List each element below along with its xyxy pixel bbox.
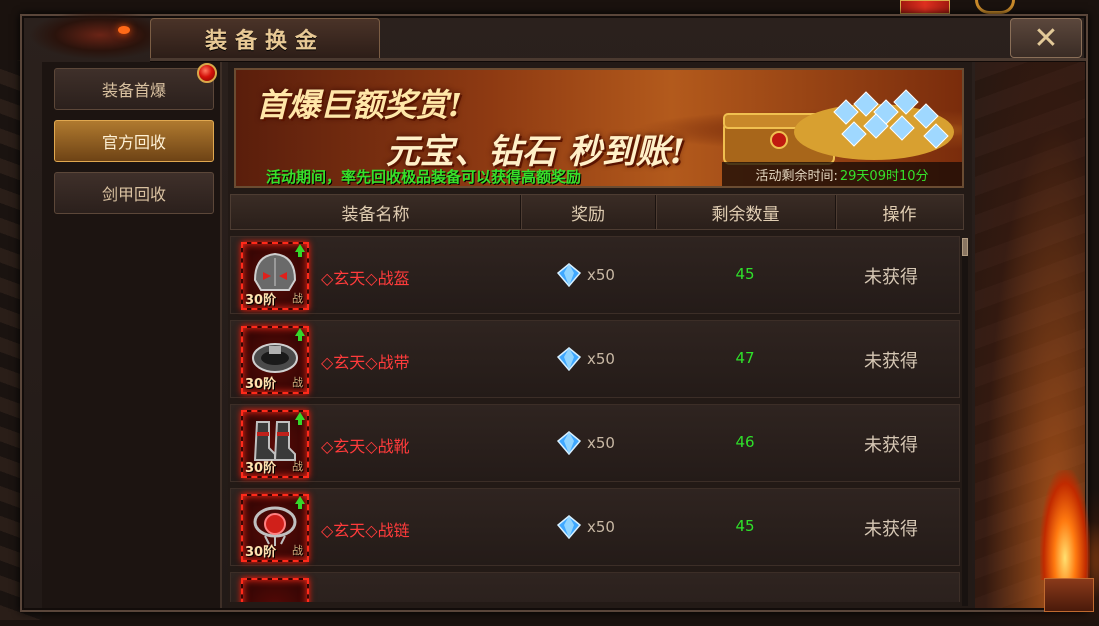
list-scrollbar[interactable]: [962, 238, 968, 606]
item-tier: 30阶: [245, 545, 277, 560]
item-name: ◇玄天◇战带: [321, 353, 410, 372]
diamond-icon: [557, 263, 581, 287]
action-status[interactable]: 未获得: [831, 263, 951, 289]
reward: x50: [557, 347, 615, 371]
item-class: 战: [292, 460, 303, 473]
upgrade-arrow-icon: [295, 244, 305, 257]
table-row: 30阶 战 ◇玄天◇战盔 x50 45 未获得: [230, 236, 960, 314]
item-slot[interactable]: 30阶 战: [241, 410, 309, 478]
sidebar-item-label: 官方回收: [101, 133, 166, 152]
remaining-count: 45: [735, 517, 755, 535]
table-row: 30阶 战 ◇玄天◇战靴 x50 46 未获得: [230, 404, 960, 482]
action-status[interactable]: 未获得: [831, 431, 951, 457]
sidebar-item-label: 剑甲回收: [101, 185, 166, 204]
column-header-name: 装备名称: [231, 195, 521, 229]
item-slot[interactable]: 30阶 战: [241, 242, 309, 310]
reward: x50: [557, 431, 615, 455]
dragon-head-ornament: [0, 0, 150, 70]
fire-icon: [1040, 470, 1090, 580]
remaining-count: 47: [735, 349, 755, 367]
close-icon: ✕: [1033, 20, 1059, 56]
treasure-chest-icon: [723, 89, 954, 165]
item-class: 战: [292, 292, 303, 305]
table-row: 30阶 战 ◇玄天◇战带 x50 47 未获得: [230, 320, 960, 398]
remaining-count: 46: [735, 433, 755, 451]
sidebar-item-official-recycle[interactable]: 官方回收: [54, 120, 214, 162]
item-slot[interactable]: [241, 578, 309, 602]
item-name: ◇玄天◇战靴: [321, 437, 410, 456]
event-timer: 活动剩余时间: 29天09时10分: [722, 162, 962, 186]
reward-quantity: x50: [587, 350, 615, 368]
column-header-reward: 奖励: [521, 195, 656, 229]
upgrade-arrow-icon: [295, 496, 305, 509]
diamond-icon: [557, 515, 581, 539]
item-slot[interactable]: 30阶 战: [241, 494, 309, 562]
sidebar: 装备首爆 官方回收 剑甲回收: [42, 62, 222, 608]
table-row: 30阶 战 ◇玄天◇战链 x50 45 未获得: [230, 488, 960, 566]
diamond-icon: [557, 431, 581, 455]
window-title-tab: 装备换金: [150, 18, 380, 60]
table-row: [230, 572, 960, 602]
brazier-icon: [1044, 578, 1094, 612]
reward-quantity: x50: [587, 518, 615, 536]
equipment-list: 30阶 战 ◇玄天◇战盔 x50 45 未获得 30阶 战 ◇玄天◇战带 x50…: [230, 236, 964, 602]
diamond-icon: [557, 347, 581, 371]
item-tier: 30阶: [245, 377, 277, 392]
reward-quantity: x50: [587, 266, 615, 284]
column-header-action: 操作: [882, 204, 917, 225]
close-button[interactable]: ✕: [1010, 18, 1082, 58]
item-name: ◇玄天◇战盔: [321, 269, 410, 288]
upgrade-arrow-icon: [295, 412, 305, 425]
item-slot[interactable]: 30阶 战: [241, 326, 309, 394]
sidebar-item-sword-armor-recycle[interactable]: 剑甲回收: [54, 172, 214, 214]
item-tier: 30阶: [245, 461, 277, 476]
table-header: 装备名称 奖励 剩余数量 操作: [230, 194, 964, 230]
remaining-count: 45: [735, 265, 755, 283]
reward: x50: [557, 263, 615, 287]
notification-badge: [197, 63, 217, 83]
reward: x50: [557, 515, 615, 539]
sidebar-item-first-drop[interactable]: 装备首爆: [54, 63, 217, 110]
column-header-remaining: 剩余数量: [656, 195, 836, 229]
reward-quantity: x50: [587, 434, 615, 452]
main-panel: 首爆巨额奖赏! 元宝、钻石 秒到账! 活动期间，率先回收极品装备可以获得高额奖励…: [228, 62, 972, 608]
window-title: 装备换金: [204, 28, 325, 54]
action-status[interactable]: 未获得: [831, 515, 951, 541]
timer-value: 29天09时10分: [839, 168, 929, 184]
timer-label: 活动剩余时间:: [755, 168, 838, 184]
dragon-eye: [118, 26, 130, 34]
banner-headline-1: 首爆巨额奖赏!: [256, 86, 463, 124]
sidebar-item-label: 装备首爆: [101, 81, 166, 100]
action-status[interactable]: 未获得: [831, 347, 951, 373]
scrollbar-thumb[interactable]: [962, 238, 968, 256]
banner-subtitle: 活动期间，率先回收极品装备可以获得高额奖励: [266, 168, 582, 186]
upgrade-arrow-icon: [295, 328, 305, 341]
item-name: ◇玄天◇战链: [321, 521, 410, 540]
event-banner: 首爆巨额奖赏! 元宝、钻石 秒到账! 活动期间，率先回收极品装备可以获得高额奖励…: [234, 68, 964, 188]
item-class: 战: [292, 376, 303, 389]
item-tier: 30阶: [245, 293, 277, 308]
top-gem-ornament: [900, 0, 950, 14]
item-class: 战: [292, 544, 303, 557]
